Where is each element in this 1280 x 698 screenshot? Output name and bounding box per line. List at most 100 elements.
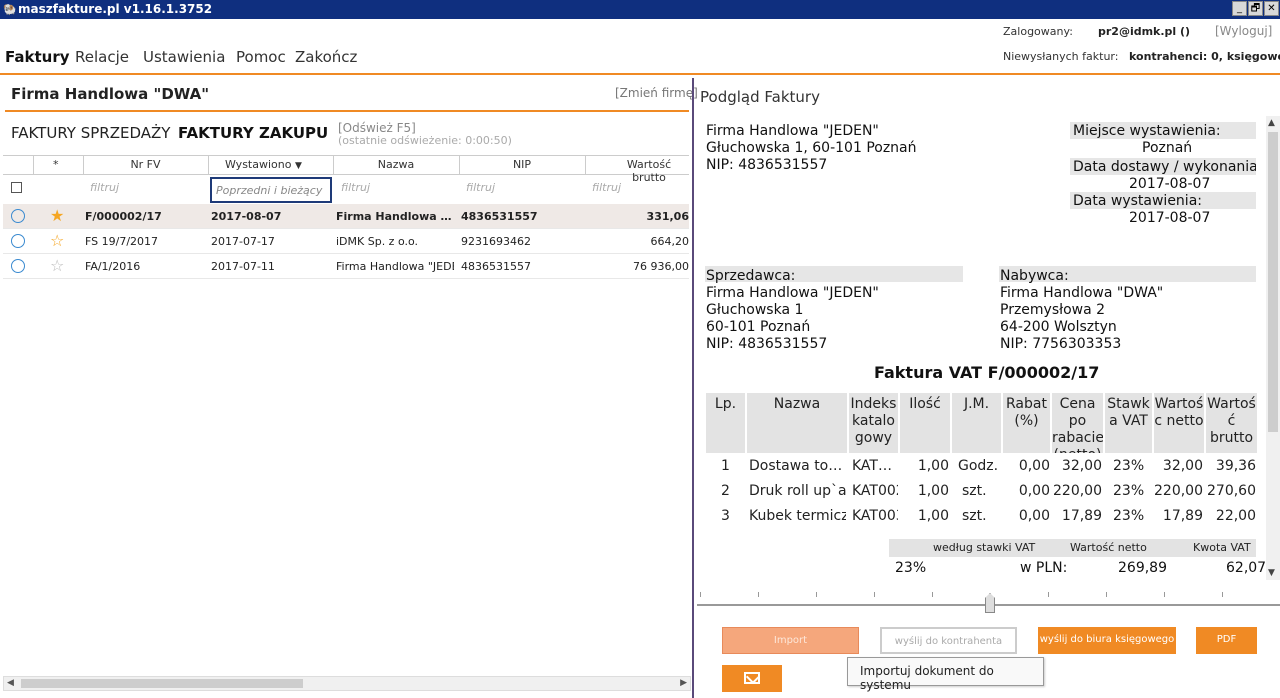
- filter-nr[interactable]: filtruj: [90, 181, 119, 194]
- menu-pomoc[interactable]: Pomoc: [236, 48, 286, 66]
- window-title: maszfakture.pl v1.16.1.3752: [18, 2, 213, 16]
- app-icon: 🐏: [3, 3, 17, 16]
- vat-col-rate: według stawki VAT: [933, 541, 1036, 554]
- seller-street: Głuchowska 1: [706, 302, 804, 318]
- restore-button[interactable]: 🗗: [1248, 1, 1263, 16]
- minimize-button[interactable]: _: [1232, 1, 1247, 16]
- row-radio[interactable]: [11, 234, 25, 248]
- row-radio[interactable]: [11, 259, 25, 273]
- place-label: Miejsce wystawienia:: [1073, 123, 1221, 139]
- pdf-button[interactable]: PDF: [1196, 627, 1257, 654]
- row-gross: 664,20: [650, 235, 690, 248]
- row-name: Firma Handlowa "JEDEN": [336, 260, 454, 273]
- row-name: iDMK Sp. z o.o.: [336, 235, 419, 248]
- header-divider: [0, 73, 1280, 75]
- table-row[interactable]: ★ F/000002/17 2017-08-07 Firma Handlowa …: [3, 204, 689, 229]
- buyer-label: Nabywca:: [1000, 268, 1069, 284]
- menu-faktury[interactable]: Faktury: [5, 48, 70, 66]
- vat-col-vat: Kwota VAT: [1193, 541, 1251, 554]
- invoice-title: Faktura VAT F/000002/17: [874, 363, 1100, 382]
- menu-zakoncz[interactable]: Zakończ: [295, 48, 357, 66]
- star-outline-icon[interactable]: ☆: [50, 231, 64, 250]
- table-row[interactable]: ☆ FA/1/2016 2017-07-11 Firma Handlowa "J…: [3, 254, 689, 279]
- envelope-icon: [744, 672, 760, 684]
- filter-name[interactable]: filtruj: [341, 181, 370, 194]
- row-issued: 2017-08-07: [211, 210, 282, 223]
- item-index: KAT002: [852, 483, 898, 499]
- seller-city: 60-101 Poznań: [706, 319, 811, 335]
- filter-issued-select[interactable]: Poprzedni i bieżący: [210, 177, 332, 203]
- filter-nip[interactable]: filtruj: [466, 181, 495, 194]
- row-issued: 2017-07-11: [211, 260, 275, 273]
- invoice-grid: * Nr FV Wystawiono ▼ Nazwa NIP Wartość b…: [3, 155, 689, 675]
- col-name[interactable]: Nazwa: [333, 158, 459, 171]
- email-button[interactable]: [722, 665, 782, 692]
- preview-vertical-scrollbar[interactable]: ▲ ▼: [1266, 116, 1280, 580]
- table-row[interactable]: ☆ FS 19/7/2017 2017-07-17 iDMK Sp. z o.o…: [3, 229, 689, 254]
- send-to-contractor-button[interactable]: wyślij do kontrahenta: [880, 627, 1017, 654]
- buyer-nip: NIP: 7756303353: [1000, 336, 1122, 352]
- import-button[interactable]: Import: [722, 627, 859, 654]
- vat-net: 269,89: [1118, 560, 1167, 576]
- row-nip: 4836531557: [461, 260, 531, 273]
- row-nip: 9231693462: [461, 235, 531, 248]
- col-nip[interactable]: NIP: [459, 158, 585, 171]
- vat-amount: 62,07: [1226, 560, 1266, 576]
- menu-relacje[interactable]: Relacje: [75, 48, 129, 66]
- select-all-checkbox[interactable]: [11, 182, 22, 193]
- item-discount: 0,00: [1018, 458, 1050, 474]
- filter-gross[interactable]: filtruj: [592, 181, 621, 194]
- change-company-link[interactable]: [Zmień firmę]: [615, 86, 698, 100]
- scroll-up-icon[interactable]: ▲: [1268, 118, 1275, 128]
- item-index: KAT001: [852, 458, 898, 474]
- login-user: pr2@idmk.pl (): [1098, 25, 1191, 38]
- item-gross: 39,36: [1215, 458, 1256, 474]
- scrollbar-thumb[interactable]: [21, 679, 303, 688]
- th-gross: Wartoś ć brutto: [1206, 393, 1258, 453]
- zoom-slider-handle[interactable]: [985, 593, 995, 613]
- tab-sales-invoices[interactable]: FAKTURY SPRZEDAŻY: [11, 124, 170, 142]
- th-unit: J.M.: [952, 393, 1002, 453]
- import-tooltip: Importuj dokument do systemu: [847, 657, 1044, 692]
- company-name: Firma Handlowa "DWA": [11, 85, 210, 103]
- col-issued[interactable]: Wystawiono ▼: [225, 158, 302, 171]
- horizontal-scrollbar[interactable]: ◀ ▶: [3, 676, 691, 691]
- star-outline-icon[interactable]: ☆: [50, 256, 64, 275]
- item-price: 32,00: [1061, 458, 1102, 474]
- item-discount: 0,00: [1018, 508, 1050, 524]
- row-nip: 4836531557: [461, 210, 538, 223]
- delivery-value: 2017-08-07: [1129, 176, 1211, 192]
- seller-label: Sprzedawca:: [706, 268, 796, 284]
- row-gross: 331,06: [646, 210, 689, 223]
- star-filled-icon[interactable]: ★: [50, 206, 64, 225]
- scrollbar-thumb[interactable]: [1268, 132, 1278, 432]
- sort-desc-icon: ▼: [294, 161, 302, 171]
- scroll-right-icon[interactable]: ▶: [680, 678, 687, 688]
- item-discount: 0,00: [1018, 483, 1050, 499]
- tab-purchase-invoices[interactable]: FAKTURY ZAKUPU: [178, 124, 328, 142]
- preview-title: Podgląd Faktury: [700, 88, 820, 106]
- place-value: Poznań: [1142, 140, 1193, 156]
- item-qty: 1,00: [917, 508, 949, 524]
- close-button[interactable]: ✕: [1264, 1, 1279, 16]
- title-bar: 🐏 maszfakture.pl v1.16.1.3752 _ 🗗 ✕: [0, 0, 1280, 19]
- issuer-name: Firma Handlowa "JEDEN": [706, 123, 879, 139]
- send-to-accounting-button[interactable]: wyślij do biura księgowego: [1038, 627, 1176, 654]
- item-price: 17,89: [1061, 508, 1102, 524]
- menu-ustawienia[interactable]: Ustawienia: [143, 48, 225, 66]
- invoice-preview: Firma Handlowa "JEDEN" Głuchowska 1, 60-…: [696, 110, 1266, 580]
- refresh-link[interactable]: [Odśwież F5]: [338, 121, 416, 135]
- issue-date-value: 2017-08-07: [1129, 210, 1211, 226]
- scroll-left-icon[interactable]: ◀: [7, 678, 14, 688]
- row-gross: 76 936,00: [633, 260, 689, 273]
- th-net: Wartoś c netto: [1154, 393, 1205, 453]
- logout-link[interactable]: [Wyloguj]: [1215, 24, 1272, 38]
- row-radio[interactable]: [11, 209, 25, 223]
- scroll-down-icon[interactable]: ▼: [1268, 568, 1275, 578]
- item-unit: szt.: [962, 483, 987, 499]
- col-invoice-number[interactable]: Nr FV: [83, 158, 208, 171]
- panel-splitter[interactable]: [692, 78, 694, 698]
- col-star[interactable]: *: [53, 158, 59, 171]
- seller-name: Firma Handlowa "JEDEN": [706, 285, 879, 301]
- vat-col-net: Wartość netto: [1070, 541, 1147, 554]
